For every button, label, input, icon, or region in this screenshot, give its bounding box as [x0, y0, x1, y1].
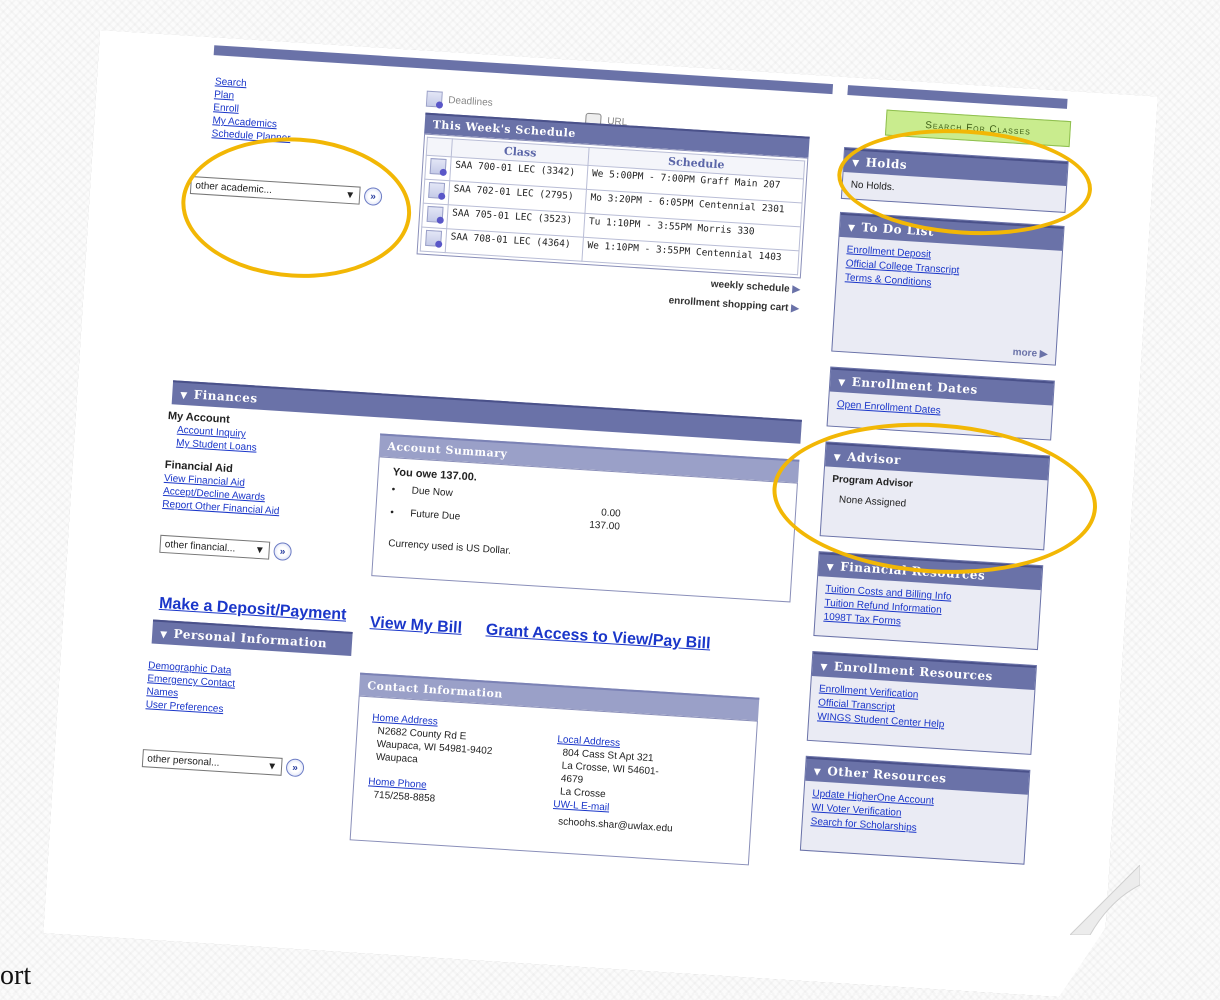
weekly-schedule-label: weekly schedule — [710, 278, 790, 295]
screenshot-sheet: Search Plan Enroll My Academics Schedule… — [43, 30, 1158, 1000]
collapse-icon: ▼ — [847, 223, 856, 234]
personal-info-title: Personal Information — [173, 626, 328, 651]
slide-text-fragment: ort — [0, 960, 32, 991]
collapse-icon: ▼ — [159, 629, 168, 641]
open-enrollment-dates-link[interactable]: Open Enrollment Dates — [837, 399, 941, 417]
finances-title: Finances — [193, 387, 259, 406]
financial-dropdown-value: other financial... — [164, 538, 236, 555]
shopping-cart-label: enrollment shopping cart — [668, 295, 789, 314]
account-summary-panel: Account Summary You owe 137.00. • Due Now… — [371, 433, 799, 602]
personal-dropdown[interactable]: other personal... ▼ — [142, 749, 283, 776]
class-icon — [428, 182, 445, 199]
collapse-icon: ▼ — [837, 378, 847, 389]
arrow-right-icon: ▶ — [1039, 348, 1048, 361]
personal-links: Demographic Data Emergency Contact Names… — [142, 659, 338, 779]
search-link[interactable]: Search — [215, 76, 247, 89]
view-my-bill-link[interactable]: View My Bill — [369, 614, 462, 638]
finances-links: My Account Account Inquiry My Student Lo… — [159, 410, 368, 565]
collapse-icon: ▼ — [826, 562, 835, 574]
user-preferences-link[interactable]: User Preferences — [145, 699, 223, 715]
deadlines-link[interactable]: Deadlines — [426, 91, 493, 111]
tax-forms-link[interactable]: 1098T Tax Forms — [823, 612, 901, 628]
plan-link[interactable]: Plan — [214, 89, 235, 101]
student-loans-link[interactable]: My Student Loans — [176, 438, 257, 454]
other-resources-panel: ▼ Other Resources Update HigherOne Accoun… — [800, 756, 1031, 865]
todo-panel: ▼ To Do List Enrollment Deposit Official … — [831, 212, 1064, 366]
contact-info-panel: Contact Information Home Address N2682 C… — [350, 673, 760, 866]
academics-links: Search Plan Enroll My Academics Schedule… — [211, 75, 294, 145]
schedule-table: Class Schedule SAA 700-01 LEC (3342) We … — [420, 137, 805, 276]
more-link[interactable]: more ▶ — [840, 335, 1047, 362]
go-button[interactable]: » — [286, 758, 305, 777]
arrow-right-icon: ▶ — [792, 283, 801, 296]
schedule-panel: This Week's Schedule Class Schedule SAA … — [414, 113, 809, 315]
financial-dropdown[interactable]: other financial... ▼ — [159, 535, 270, 560]
email-link[interactable]: UW-L E-mail — [553, 799, 610, 814]
icon-col-header — [426, 137, 452, 157]
highlight-ring — [177, 131, 415, 285]
currency-note: Currency used is US Dollar. — [387, 538, 512, 557]
class-icon — [430, 158, 447, 175]
enrollment-resources-panel: ▼ Enrollment Resources Enrollment Verific… — [807, 651, 1037, 755]
chevron-down-icon: ▼ — [254, 544, 265, 556]
personal-select-row: other personal... ▼ » — [142, 749, 333, 779]
names-link[interactable]: Names — [146, 686, 178, 699]
calendar-icon — [426, 91, 443, 108]
financial-select-row: other financial... ▼ » — [159, 535, 360, 566]
email-value: schoohs.shar@uwlax.edu — [557, 816, 673, 835]
personal-dropdown-value: other personal... — [147, 752, 220, 769]
chevron-down-icon: ▼ — [266, 760, 278, 773]
collapse-icon: ▼ — [179, 390, 188, 402]
right-header-bar — [847, 85, 1067, 109]
class-icon — [427, 206, 444, 223]
collapse-icon: ▼ — [813, 767, 822, 778]
grant-access-link[interactable]: Grant Access to View/Pay Bill — [485, 621, 711, 653]
local-address-block: Local Address 804 Cass St Apt 321 La Cro… — [552, 733, 678, 835]
more-label: more — [1012, 346, 1038, 360]
deadlines-label: Deadlines — [447, 94, 494, 109]
class-icon — [425, 230, 442, 247]
due-now-value: 0.00 — [600, 507, 621, 520]
collapse-icon: ▼ — [820, 662, 829, 673]
header-bar — [214, 45, 833, 94]
page-curl-icon — [1070, 865, 1140, 935]
home-address-block: Home Address N2682 County Rd E Waupaca, … — [367, 711, 494, 808]
arrow-right-icon: ▶ — [790, 302, 800, 315]
enroll-link[interactable]: Enroll — [213, 102, 239, 115]
go-button[interactable]: » — [273, 542, 292, 561]
